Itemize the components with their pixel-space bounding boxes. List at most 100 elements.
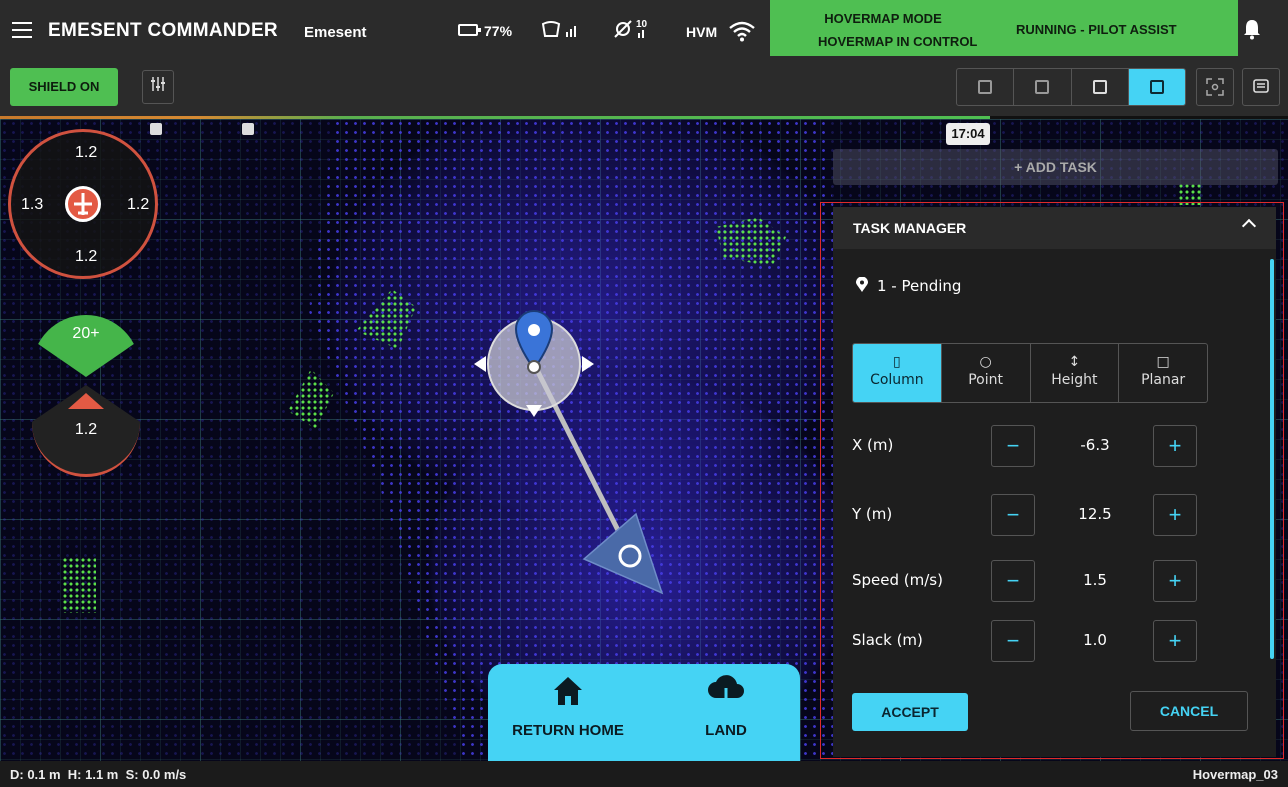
link-label: HVM — [686, 24, 718, 40]
nudge-down-icon[interactable] — [526, 405, 542, 417]
field-row-x: X (m) − -6.3 + — [833, 425, 1276, 467]
slack-value[interactable]: 1.0 — [1065, 631, 1125, 649]
filter-settings-button[interactable] — [142, 70, 174, 104]
tab-planar[interactable]: □ Planar — [1119, 344, 1207, 402]
device-name: Hovermap_03 — [1192, 767, 1278, 782]
field-label: Slack (m) — [852, 631, 923, 649]
tab-point-label: Point — [968, 372, 1003, 388]
console-icon — [1253, 79, 1269, 93]
view-perspective-button[interactable] — [957, 69, 1015, 105]
proximity-rear: 1.2 — [75, 248, 98, 265]
column-icon: ▯ — [893, 354, 901, 370]
tab-height-label: Height — [1051, 372, 1098, 388]
task-status-label: 1 - Pending — [877, 277, 962, 295]
point-icon: ○ — [979, 354, 992, 370]
telemetry-readout: D: 0.1 m H: 1.1 m S: 0.0 m/s — [10, 767, 187, 782]
speed-increment-button[interactable]: + — [1153, 560, 1197, 602]
tab-column[interactable]: ▯ Column — [853, 344, 942, 402]
x-value[interactable]: -6.3 — [1065, 436, 1125, 454]
task-manager-panel: TASK MANAGER 1 - Pending ▯ Column ○ Point … — [833, 207, 1276, 757]
clearance-below-value: 1.2 — [74, 421, 98, 438]
slack-increment-button[interactable]: + — [1153, 620, 1197, 662]
mode-subtitle: HOVERMAP IN CONTROL — [818, 34, 978, 49]
flight-actions: RETURN HOME LAND — [488, 664, 800, 761]
clearance-above-value: 20+ — [72, 325, 100, 342]
x-increment-button[interactable]: + — [1153, 425, 1197, 467]
x-decrement-button[interactable]: − — [991, 425, 1035, 467]
proximity-compass: 1.2 1.3 1.2 1.2 — [8, 129, 158, 279]
field-label: Speed (m/s) — [852, 571, 943, 589]
location-pin-icon — [856, 276, 868, 292]
view-top-button[interactable] — [1128, 69, 1185, 105]
nudge-left-icon[interactable] — [474, 356, 486, 372]
field-row-slack: Slack (m) − 1.0 + — [833, 620, 1276, 662]
speed-value[interactable]: 1.5 — [1065, 571, 1125, 589]
wifi-icon — [728, 20, 756, 47]
drone-icon — [582, 512, 664, 595]
console-button[interactable] — [1242, 68, 1280, 106]
sliders-icon — [151, 77, 165, 91]
speed-decrement-button[interactable]: − — [991, 560, 1035, 602]
accept-button[interactable]: ACCEPT — [852, 693, 968, 731]
vertical-clearance: 20+ 1.2 — [32, 315, 140, 477]
battery-level: 77% — [484, 23, 513, 39]
field-row-speed: Speed (m/s) − 1.5 + — [833, 560, 1276, 602]
app-title: EMESENT COMMANDER — [48, 20, 278, 41]
field-row-y: Y (m) − 12.5 + — [833, 494, 1276, 536]
y-value[interactable]: 12.5 — [1065, 505, 1125, 523]
tab-height[interactable]: ↕ Height — [1031, 344, 1120, 402]
y-increment-button[interactable]: + — [1153, 494, 1197, 536]
task-manager-header[interactable]: TASK MANAGER — [833, 207, 1276, 249]
front-cube-icon — [1035, 80, 1050, 94]
perspective-cube-icon — [978, 80, 993, 94]
proximity-front: 1.2 — [75, 144, 98, 161]
battery-icon — [458, 24, 481, 36]
collapse-chevron-icon[interactable] — [1241, 218, 1257, 234]
height-icon: ↕ — [1068, 354, 1081, 370]
status-bar: D: 0.1 m H: 1.1 m S: 0.0 m/s Hovermap_03 — [0, 761, 1288, 787]
toolbar: SHIELD ON — [0, 60, 1288, 116]
return-home-button[interactable]: RETURN HOME — [498, 674, 638, 739]
slack-decrement-button[interactable]: − — [991, 620, 1035, 662]
land-label: LAND — [705, 722, 747, 739]
waypoint-center — [527, 360, 541, 374]
focus-icon — [1206, 78, 1224, 96]
proximity-right: 1.2 — [127, 196, 150, 213]
home-icon — [554, 677, 582, 705]
return-home-label: RETURN HOME — [512, 722, 624, 739]
field-label: Y (m) — [852, 505, 893, 523]
satellite-count: 10 — [636, 19, 648, 30]
side-cube-icon — [1092, 80, 1107, 94]
satellite-icon: 10 — [612, 16, 662, 47]
org-label: Emesent — [304, 24, 367, 41]
pin-dot — [528, 324, 540, 336]
task-manager-scrollbar[interactable] — [1270, 259, 1274, 659]
cancel-button[interactable]: CANCEL — [1130, 691, 1248, 731]
field-label: X (m) — [852, 436, 894, 454]
view-mode-group — [956, 68, 1186, 106]
top-bar: EMESENT COMMANDER Emesent 77% 10 HVM HOV… — [0, 0, 1288, 60]
mode-indicator: HOVERMAP MODE HOVERMAP IN CONTROL RUNNIN… — [770, 0, 1238, 56]
view-side-button[interactable] — [1072, 69, 1129, 105]
tab-column-label: Column — [870, 372, 924, 388]
run-state: RUNNING - PILOT ASSIST — [1016, 22, 1177, 37]
task-manager-title: TASK MANAGER — [853, 220, 967, 236]
mode-title: HOVERMAP MODE — [824, 11, 942, 26]
planar-icon: □ — [1156, 354, 1170, 370]
land-button[interactable]: LAND — [656, 674, 796, 739]
cloud-download-icon — [708, 675, 744, 708]
nudge-right-icon[interactable] — [582, 356, 594, 372]
top-cube-icon — [1149, 80, 1164, 94]
menu-icon[interactable] — [12, 22, 32, 38]
tab-point[interactable]: ○ Point — [942, 344, 1031, 402]
tab-planar-label: Planar — [1141, 372, 1186, 388]
y-decrement-button[interactable]: − — [991, 494, 1035, 536]
proximity-left: 1.3 — [21, 196, 44, 213]
focus-button[interactable] — [1196, 68, 1234, 106]
shield-button[interactable]: SHIELD ON — [10, 68, 118, 106]
task-status: 1 - Pending — [855, 276, 962, 295]
drone-heading-icon — [65, 186, 101, 222]
bell-icon[interactable] — [1242, 18, 1262, 40]
view-front-button[interactable] — [1014, 69, 1072, 105]
remote-signal-icon — [540, 20, 580, 40]
